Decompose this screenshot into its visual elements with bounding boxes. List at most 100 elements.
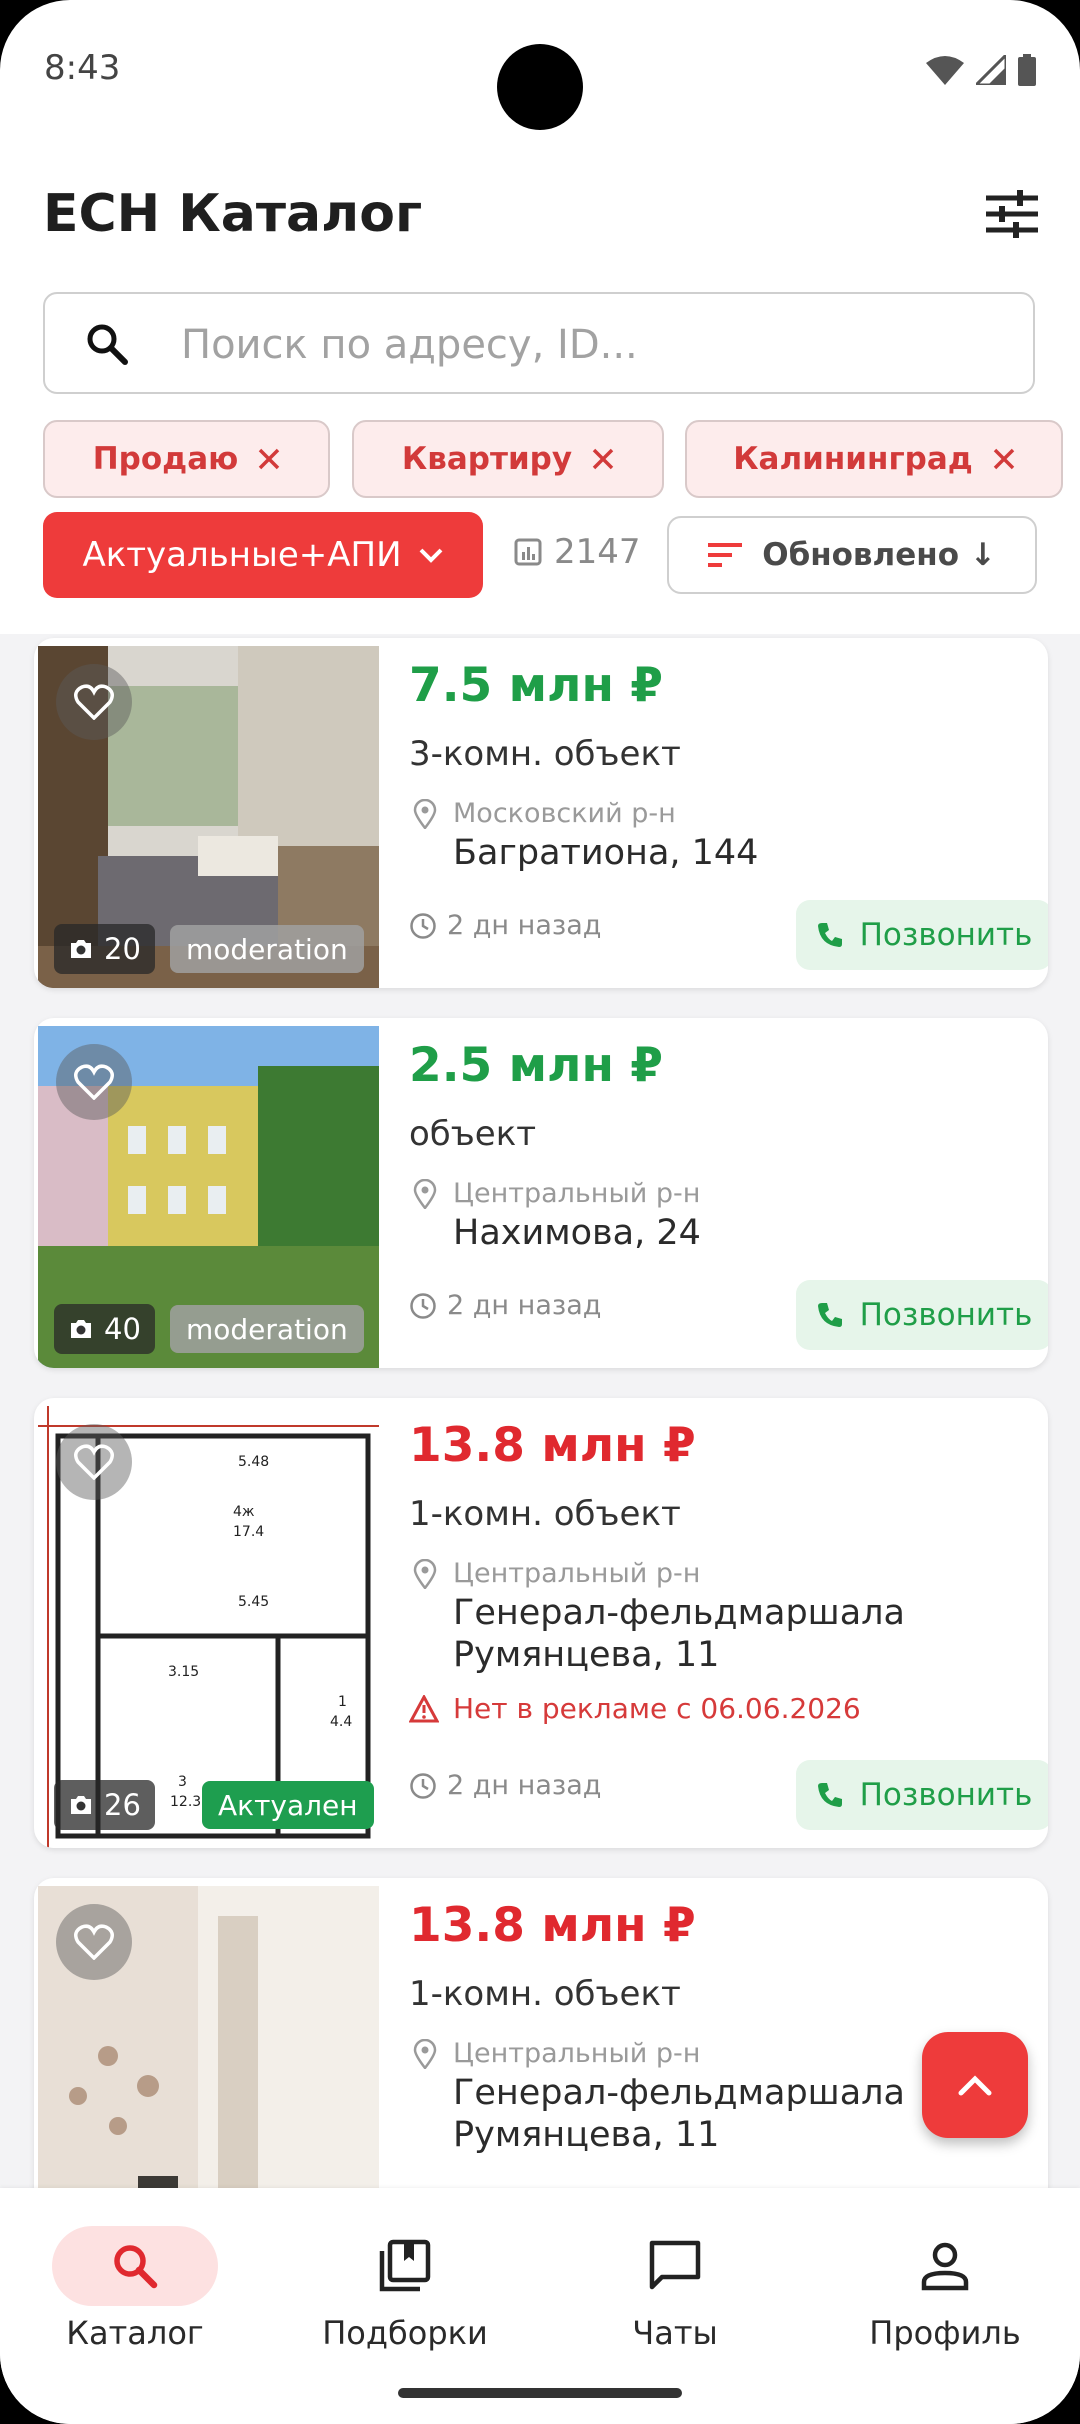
listing-updated-text: 2 дн назад bbox=[447, 910, 602, 941]
tune-icon bbox=[986, 190, 1038, 238]
listing-updated-text: 2 дн назад bbox=[447, 1290, 602, 1321]
nav-item-collections[interactable]: Подборки bbox=[270, 2206, 540, 2356]
filter-chips: Продаю Квартиру Калининград bbox=[0, 420, 1080, 500]
sort-button[interactable]: Обновлено ↓ bbox=[667, 516, 1037, 594]
listing-card[interactable]: 13.8 млн ₽ 1-комн. объект Центральный р-… bbox=[34, 1878, 1048, 2188]
search-field[interactable]: Поиск по адресу, ID... bbox=[43, 292, 1035, 394]
listing-district: Центральный р-н bbox=[453, 1178, 701, 1209]
call-button[interactable]: Позвонить bbox=[796, 1760, 1048, 1830]
favorite-button[interactable] bbox=[56, 1904, 132, 1980]
scroll-to-top-button[interactable] bbox=[922, 2032, 1028, 2138]
heart-icon bbox=[74, 1064, 114, 1100]
call-label: Позвонить bbox=[859, 917, 1033, 953]
chat-icon bbox=[649, 2240, 701, 2290]
call-label: Позвонить bbox=[859, 1297, 1033, 1333]
call-button[interactable]: Позвонить bbox=[796, 900, 1048, 970]
chip-city[interactable]: Калининград bbox=[685, 420, 1063, 498]
clock-icon bbox=[410, 1292, 436, 1319]
photo-count-value: 20 bbox=[104, 932, 141, 966]
search-placeholder: Поиск по адресу, ID... bbox=[181, 322, 638, 368]
app-screen: 8:43 ЕСН Каталог Поиск по адресу, ID... … bbox=[0, 0, 1080, 2424]
chip-object-type[interactable]: Квартиру bbox=[352, 420, 664, 498]
search-icon bbox=[114, 2245, 158, 2289]
nav-label: Каталог bbox=[66, 2314, 204, 2352]
heart-icon bbox=[74, 1444, 114, 1480]
status-badge: Актуален bbox=[202, 1781, 374, 1829]
photo-count-value: 26 bbox=[104, 1788, 141, 1822]
location-pin-icon bbox=[413, 1179, 437, 1209]
status-bar: 8:43 bbox=[0, 0, 1080, 140]
status-filter-dropdown[interactable]: Актуальные+АПИ bbox=[43, 512, 483, 598]
favorite-button[interactable] bbox=[56, 1424, 132, 1500]
chip-label: Продаю bbox=[92, 441, 239, 477]
phone-icon bbox=[817, 1303, 842, 1327]
phone-icon bbox=[817, 923, 842, 947]
camera-icon bbox=[71, 1320, 91, 1338]
svg-text:12.3: 12.3 bbox=[170, 1794, 201, 1810]
listing-photo[interactable]: 20 moderation bbox=[38, 646, 379, 988]
heart-icon bbox=[74, 684, 114, 720]
listing-card[interactable]: 5.48 4ж 17.4 5.45 3.15 1 4.4 3 12.3 26 Актуале… bbox=[34, 1398, 1048, 1848]
chevron-down-icon bbox=[419, 548, 442, 563]
nav-label: Подборки bbox=[322, 2314, 488, 2352]
camera-icon bbox=[71, 1796, 91, 1814]
battery-icon bbox=[1018, 54, 1036, 86]
listing-price: 13.8 млн ₽ bbox=[409, 1418, 696, 1473]
listing-price: 2.5 млн ₽ bbox=[409, 1038, 664, 1093]
warning-icon bbox=[409, 1694, 439, 1722]
results-count: 2147 bbox=[514, 532, 641, 572]
home-indicator[interactable] bbox=[398, 2388, 682, 2398]
favorite-button[interactable] bbox=[56, 1044, 132, 1120]
listing-updated-text: 2 дн назад bbox=[447, 1770, 602, 1801]
bar-chart-icon bbox=[514, 538, 542, 566]
svg-text:17.4: 17.4 bbox=[233, 1524, 264, 1540]
listing-card[interactable]: 40 moderation 2.5 млн ₽ объект Центральн… bbox=[34, 1018, 1048, 1368]
sort-icon bbox=[708, 543, 743, 567]
listing-district: Московский р-н bbox=[453, 798, 676, 829]
close-icon[interactable] bbox=[258, 448, 280, 470]
status-time: 8:43 bbox=[44, 48, 121, 88]
system-icons bbox=[926, 54, 1036, 86]
listing-address: Нахимова, 24 bbox=[453, 1213, 701, 1253]
listing-address: Багратиона, 144 bbox=[453, 833, 759, 873]
listing-info: 7.5 млн ₽ 3-комн. объект Московский р-н … bbox=[409, 638, 1048, 988]
listing-warning-text: Нет в рекламе с 06.06.2026 bbox=[453, 1692, 861, 1725]
nav-label: Профиль bbox=[869, 2314, 1021, 2352]
wifi-icon bbox=[926, 56, 964, 85]
listing-photo[interactable] bbox=[38, 1886, 379, 2188]
nav-item-chats[interactable]: Чаты bbox=[540, 2206, 810, 2356]
signal-icon bbox=[976, 55, 1006, 85]
sort-label: Обновлено ↓ bbox=[762, 537, 996, 573]
listing-district: Центральный р-н bbox=[453, 2038, 701, 2069]
close-icon[interactable] bbox=[592, 448, 614, 470]
search-icon bbox=[87, 324, 128, 365]
nav-item-catalog[interactable]: Каталог bbox=[0, 2206, 270, 2356]
location-pin-icon bbox=[413, 2039, 437, 2069]
photo-count-value: 40 bbox=[104, 1312, 141, 1346]
favorite-button[interactable] bbox=[56, 664, 132, 740]
camera-cutout bbox=[497, 44, 583, 130]
listing-photo[interactable]: 40 moderation bbox=[38, 1026, 379, 1368]
svg-text:4.4: 4.4 bbox=[330, 1714, 352, 1730]
nav-indicator bbox=[592, 2226, 758, 2306]
collections-icon bbox=[379, 2239, 431, 2292]
svg-text:5.48: 5.48 bbox=[238, 1454, 269, 1470]
listing-photo[interactable]: 5.48 4ж 17.4 5.45 3.15 1 4.4 3 12.3 26 Актуале… bbox=[38, 1406, 379, 1848]
chip-deal-type[interactable]: Продаю bbox=[43, 420, 330, 498]
call-button[interactable]: Позвонить bbox=[796, 1280, 1048, 1350]
filters-button[interactable] bbox=[980, 182, 1044, 246]
chip-label: Калининград bbox=[733, 441, 973, 477]
svg-text:3.15: 3.15 bbox=[168, 1664, 199, 1680]
camera-icon bbox=[71, 940, 91, 958]
close-icon[interactable] bbox=[993, 448, 1015, 470]
nav-item-profile[interactable]: Профиль bbox=[810, 2206, 1080, 2356]
clock-icon bbox=[410, 1772, 436, 1799]
listing-card[interactable]: 20 moderation 7.5 млн ₽ 3-комн. объект М… bbox=[34, 638, 1048, 988]
top-app-bar: ЕСН Каталог bbox=[0, 170, 1080, 260]
status-filter-label: Актуальные+АПИ bbox=[82, 535, 402, 575]
listing-type: объект bbox=[409, 1114, 537, 1154]
listing-address: Генерал-фельдмаршала Румянцева, 11 bbox=[453, 1593, 905, 1675]
photo-count: 40 bbox=[54, 1304, 155, 1354]
status-badge: moderation bbox=[170, 925, 364, 973]
listing-type: 1-комн. объект bbox=[409, 1494, 681, 1534]
